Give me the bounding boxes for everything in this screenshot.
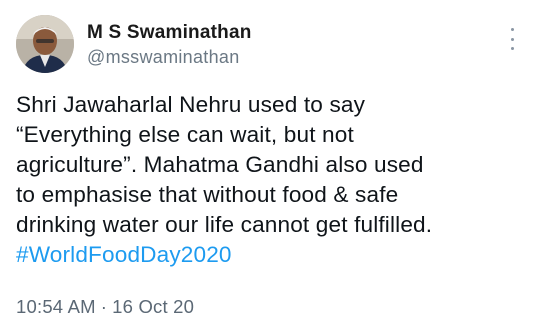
- more-dot: [510, 47, 514, 50]
- tweet-line: to emphasise that without food & safe: [16, 182, 399, 207]
- meta-separator: ·: [100, 296, 108, 317]
- tweet-date[interactable]: 16 Oct 20: [112, 296, 194, 318]
- user-handle[interactable]: @msswaminathan: [87, 45, 252, 69]
- tweet-text: Shri Jawaharlal Nehru used to say “Every…: [14, 90, 526, 270]
- tweet-line: Shri Jawaharlal Nehru used to say: [16, 92, 366, 117]
- tweet-meta: 10:54 AM · 16 Oct 20: [14, 296, 526, 318]
- more-dot: [510, 28, 514, 31]
- tweet-time[interactable]: 10:54 AM: [16, 296, 96, 318]
- hashtag-link[interactable]: #WorldFoodDay2020: [16, 240, 526, 270]
- tweet-line: “Everything else can wait, but not: [16, 122, 354, 147]
- tweet-line: agriculture”. Mahatma Gandhi also used: [16, 152, 424, 177]
- tweet-header: M S Swaminathan @msswaminathan: [14, 10, 526, 78]
- avatar[interactable]: [16, 15, 74, 73]
- avatar-image: [16, 15, 74, 73]
- more-vertical-icon[interactable]: [506, 28, 518, 50]
- author-names: M S Swaminathan @msswaminathan: [87, 19, 252, 69]
- tweet-line: drinking water our life cannot get fulfi…: [16, 212, 433, 237]
- tweet-card: M S Swaminathan @msswaminathan Shri Jawa…: [0, 0, 540, 333]
- display-name[interactable]: M S Swaminathan: [87, 21, 252, 45]
- more-dot: [510, 37, 514, 41]
